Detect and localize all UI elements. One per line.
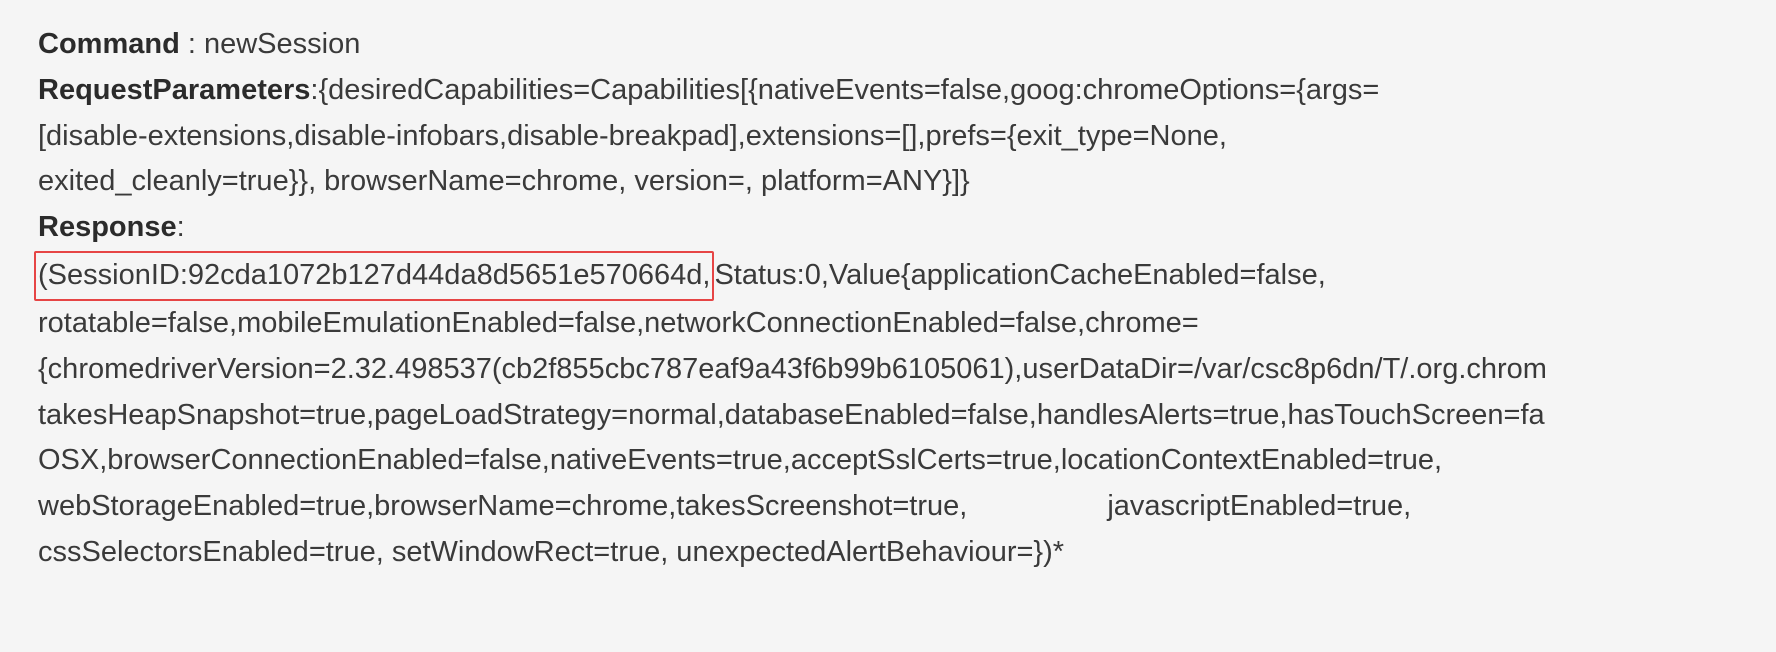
- response-text-4: takesHeapSnapshot=true,pageLoadStrategy=…: [38, 399, 1545, 431]
- request-params-text-1: {desiredCapabilities=Capabilities[{nativ…: [318, 74, 1379, 106]
- request-params-line-3: exited_cleanly=true}}, browserName=chrom…: [38, 159, 1776, 205]
- request-params-text-3: exited_cleanly=true}}, browserName=chrom…: [38, 165, 970, 197]
- response-label: Response: [38, 211, 177, 243]
- response-line-3: {chromedriverVersion=2.32.498537(cb2f855…: [38, 347, 1776, 393]
- command-line: Command : newSession: [38, 22, 1776, 68]
- request-params-line-1: RequestParameters:{desiredCapabilities=C…: [38, 68, 1776, 114]
- response-text-3: {chromedriverVersion=2.32.498537(cb2f855…: [38, 353, 1547, 385]
- response-text-7: cssSelectorsEnabled=true, setWindowRect=…: [38, 536, 1064, 568]
- response-sep: :: [177, 211, 185, 243]
- response-line-7: cssSelectorsEnabled=true, setWindowRect=…: [38, 530, 1776, 576]
- response-line-5: OSX,browserConnectionEnabled=false,nativ…: [38, 438, 1776, 484]
- response-text-6a: webStorageEnabled=true,browserName=chrom…: [38, 490, 967, 522]
- command-sep: :: [180, 28, 204, 60]
- response-text-2: rotatable=false,mobileEmulationEnabled=f…: [38, 307, 1199, 339]
- response-label-line: Response:: [38, 205, 1776, 251]
- command-label: Command: [38, 28, 180, 60]
- response-after-highlight: Status:0,Value{applicationCacheEnabled=f…: [714, 259, 1325, 291]
- request-params-label: RequestParameters: [38, 74, 310, 106]
- response-text-5: OSX,browserConnectionEnabled=false,nativ…: [38, 444, 1442, 476]
- request-params-text-2: [disable-extensions,disable-infobars,dis…: [38, 120, 1227, 152]
- response-line-6: webStorageEnabled=true,browserName=chrom…: [38, 484, 1776, 530]
- command-value: newSession: [204, 28, 360, 60]
- session-id-highlight: (SessionID:92cda1072b127d44da8d5651e5706…: [34, 251, 714, 301]
- response-line-4: takesHeapSnapshot=true,pageLoadStrategy=…: [38, 393, 1776, 439]
- response-line-2: rotatable=false,mobileEmulationEnabled=f…: [38, 301, 1776, 347]
- request-params-line-2: [disable-extensions,disable-infobars,dis…: [38, 114, 1776, 160]
- response-line-1: (SessionID:92cda1072b127d44da8d5651e5706…: [38, 251, 1776, 301]
- response-text-6b: javascriptEnabled=true,: [1107, 490, 1411, 522]
